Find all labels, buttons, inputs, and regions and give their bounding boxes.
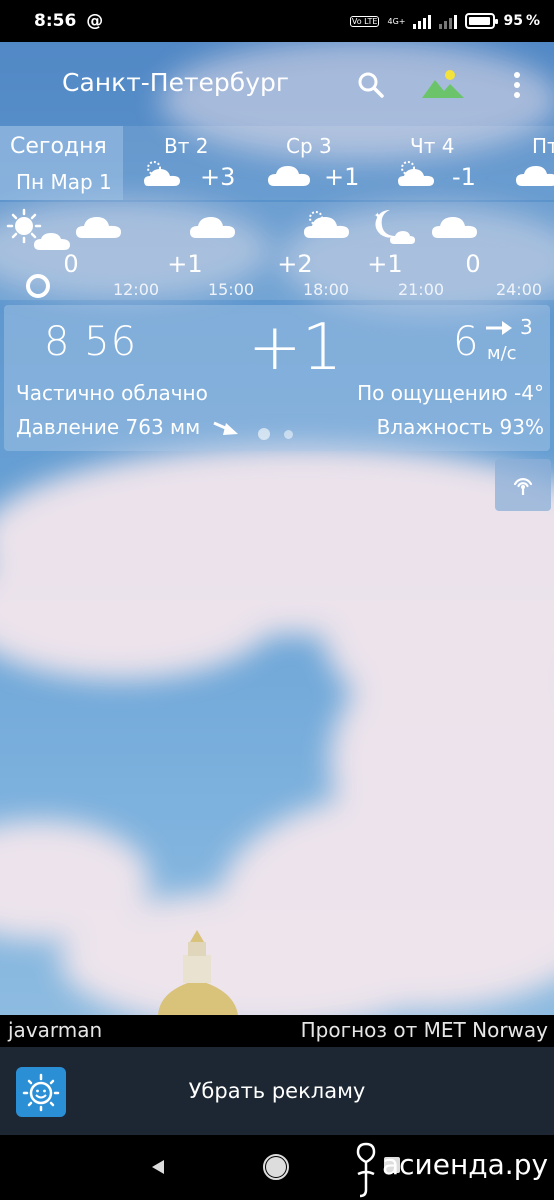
watermark-text: асиенда.ру [382,1148,549,1181]
wallpaper-button[interactable] [420,68,466,102]
cloud-icon [432,217,477,238]
search-button[interactable] [356,70,386,100]
more-vert-icon [514,72,520,78]
day-name: Вт 2 [164,134,209,158]
wind-unit: м/с [487,343,517,364]
day-today[interactable]: Сегодня Пн Мар 1 [0,126,123,200]
photo-author[interactable]: javarman [8,1018,102,1042]
pressure-trend-icon [213,421,238,435]
credit-bar: javarman Прогноз от MET Norway [0,1015,554,1047]
day-wed[interactable]: Ср 3 +1 [256,126,380,200]
hour-temp: 0 [63,250,79,278]
current-temperature: +1 [248,311,343,385]
day-name: Сегодня [10,134,107,159]
signal-icon [413,13,432,29]
svg-text:✦: ✦ [374,211,381,220]
hour-temp: 0 [465,250,481,278]
day-temp: -1 [452,163,476,191]
more-menu-button[interactable] [506,70,528,100]
hourly-forecast[interactable]: ✦ 0 +1 +2 +1 0 12:00 15:00 18:00 21:00 2… [0,202,554,300]
hour-time: 21:00 [397,280,445,299]
page-indicator-active [258,428,270,440]
page-indicator [284,430,293,439]
search-icon [358,72,384,98]
radar-icon [513,478,533,495]
day-thu[interactable]: Чт 4 -1 [384,126,502,200]
status-bar: 8:56 @ Vo LTE 4G+ 95% [0,0,554,42]
day-temp: +1 [324,163,360,191]
hour-temp: +2 [277,250,313,278]
day-tue[interactable]: Вт 2 +3 [130,126,250,200]
cloud-icon [516,166,554,186]
hour-time: 12:00 [112,280,160,299]
day-name: Пт [532,134,554,158]
network-type: 4G+ [387,16,406,26]
day-fri[interactable]: Пт [508,126,554,200]
at-icon: @ [86,11,104,31]
moon-cloud-icon: ✦ [374,210,415,244]
signal-2-icon [439,13,458,29]
day-name: Ср 3 [286,134,332,158]
remove-ads-label: Убрать рекламу [188,1079,366,1103]
day-temp: +3 [200,163,236,191]
sun-cloud-icon [6,208,70,250]
current-time-marker [26,274,50,298]
partly-cloudy-icon [304,211,349,238]
volte-icon: Vo LTE [349,15,380,27]
radar-button[interactable] [495,459,551,511]
battery-percent: 95 [503,13,523,29]
day-date: Пн Мар 1 [16,170,112,194]
pressure-text: Давление 763 мм [16,415,201,439]
hour-time: 18:00 [302,280,350,299]
status-time: 8:56 [34,11,77,31]
hour-time: 15:00 [207,280,255,299]
daily-forecast: Сегодня Пн Мар 1 Вт 2 +3 Ср 3 +1 Чт 4 -1… [0,126,554,200]
current-time: 8 56 [44,319,138,365]
back-icon[interactable] [148,1157,168,1177]
day-name: Чт 4 [410,134,455,158]
humidity-text: Влажность 93% [376,415,544,439]
remove-ads-bar[interactable]: Убрать рекламу [0,1047,554,1135]
home-icon[interactable] [262,1153,290,1181]
cloud-icon [190,217,235,238]
watermark-logo [356,1142,376,1198]
wind-direction-icon [486,321,512,335]
partly-cloudy-icon [144,161,180,186]
battery-icon [465,13,499,29]
feels-like-text: По ощущению -4° [357,381,544,405]
hour-temp: +1 [167,250,203,278]
condition-text: Частично облачно [16,381,208,405]
partly-cloudy-icon [398,161,434,186]
hour-temp: +1 [367,250,403,278]
landscape-icon [422,70,464,98]
forecast-source[interactable]: Прогноз от MET Norway [301,1018,548,1042]
cloud-icon [76,217,121,238]
hour-time: 24:00 [495,280,543,299]
cloud-icon [268,166,310,186]
city-title[interactable]: Санкт-Петербург [62,68,289,97]
app-header: Санкт-Петербург [0,42,554,126]
wind-gust: 3 [520,315,533,339]
wind-speed: 6 [453,319,479,365]
current-conditions-card[interactable]: 8 56 +1 6 3 м/с Частично облачно По ощущ… [4,305,550,451]
